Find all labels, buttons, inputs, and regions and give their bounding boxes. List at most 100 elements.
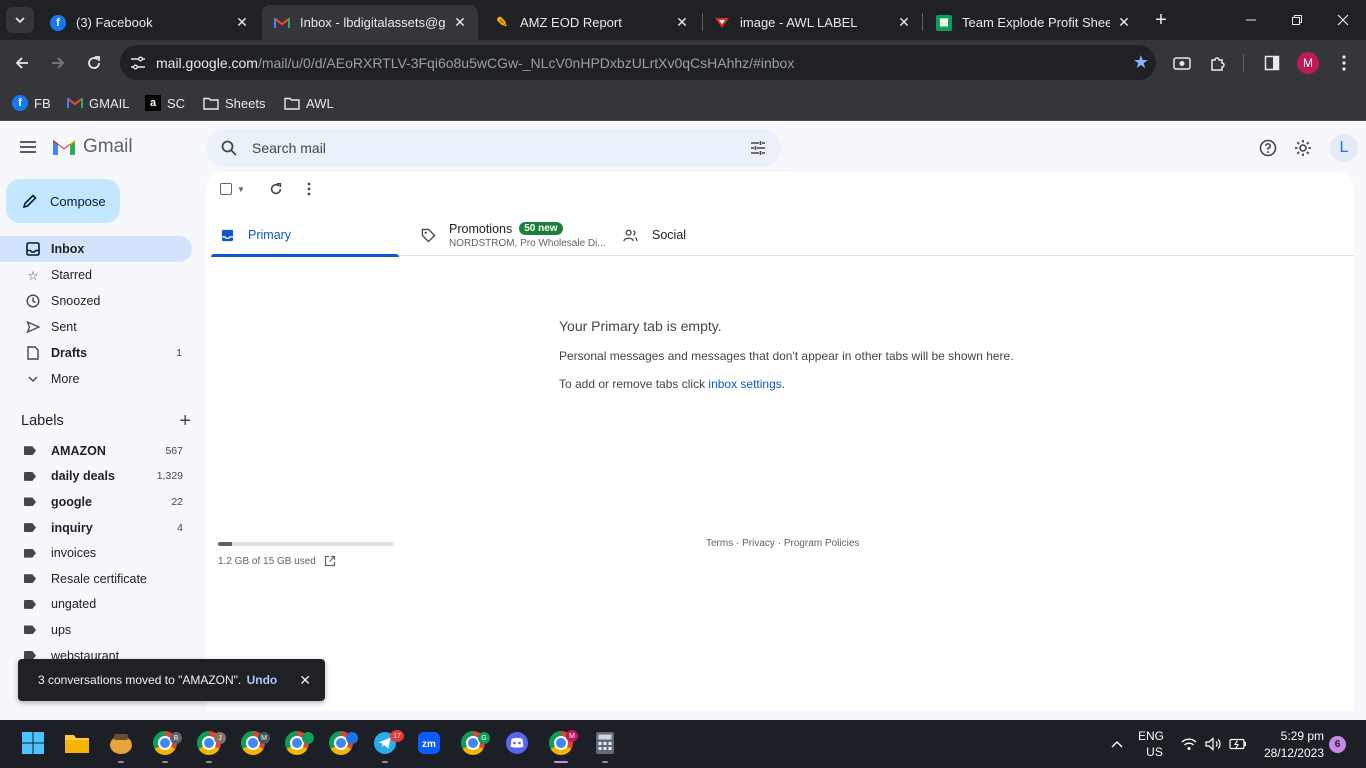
bookmark-fb[interactable]: f FB [12,92,51,114]
reload-button[interactable] [81,50,107,76]
close-icon[interactable]: ✕ [452,14,468,31]
search-button[interactable] [206,140,252,156]
settings-button[interactable] [1291,136,1315,160]
bookmark-sheets[interactable]: Sheets [203,92,265,114]
chevron-down-icon [24,375,42,383]
cast-button[interactable] [1169,50,1195,76]
forward-button[interactable] [45,50,71,76]
close-icon[interactable]: ✕ [896,14,912,31]
sidebar-item-starred[interactable]: ☆ Starred [0,262,192,288]
privacy-link[interactable]: Privacy [742,538,775,549]
sidebar-label-ups[interactable]: ups [0,617,205,643]
sidebar-label-invoices[interactable]: invoices [0,540,205,566]
battery-button[interactable] [1229,720,1247,768]
more-actions-button[interactable] [307,182,311,196]
star-icon: ☆ [27,268,39,283]
taskbar-chrome-profile-2[interactable]: J [196,730,226,763]
labels-list: AMAZON 567 daily deals 1,329 google 22 i… [0,438,205,668]
sidebar-item-sent[interactable]: Sent [0,314,192,340]
compose-button[interactable]: Compose [6,179,120,223]
start-button[interactable] [20,730,46,756]
tab-promotions[interactable]: Promotions 50 new NORDSTROM, Pro Wholesa… [421,214,621,256]
draft-icon [24,346,42,360]
taskbar-chrome-profile-1[interactable]: B [152,730,182,763]
extensions-button[interactable] [1205,50,1231,76]
program-policies-link[interactable]: Program Policies [784,538,860,549]
search-options-button[interactable] [735,140,781,156]
tab-primary[interactable]: Primary [211,214,399,257]
support-button[interactable] [1256,136,1280,160]
select-all-checkbox[interactable]: ▼ [220,183,245,195]
search-input[interactable] [252,140,735,156]
close-icon[interactable]: ✕ [674,14,690,31]
back-button[interactable] [9,50,35,76]
chrome-menu-button[interactable] [1331,50,1357,76]
hint-text: To add or remove tabs click [559,377,709,391]
clock[interactable]: 5:29 pm 28/12/2023 [1256,728,1324,762]
side-panel-button[interactable] [1259,50,1285,76]
google-account-avatar[interactable]: L [1330,134,1358,162]
gmail-logo[interactable]: Gmail [51,136,133,158]
profile-avatar[interactable]: M [1297,52,1319,74]
taskbar-chrome-profile-6[interactable]: G [460,730,490,756]
bookmark-sc[interactable]: a SC [145,92,185,114]
volume-button[interactable] [1205,720,1223,768]
sidebar-label-google[interactable]: google 22 [0,489,205,515]
sidebar-item-more[interactable]: More [0,366,192,392]
taskbar-telegram[interactable]: 17 [372,730,404,763]
taskbar-chrome-profile-3[interactable]: M [240,730,270,756]
puzzle-icon [1211,57,1225,71]
language-indicator[interactable]: ENG US [1138,720,1164,768]
close-icon[interactable]: ✕ [1116,14,1132,31]
show-hidden-icons-button[interactable] [1110,720,1124,768]
taskbar-file-explorer[interactable] [64,730,90,756]
taskbar-zoom[interactable]: zm [416,730,442,756]
inbox-settings-link[interactable]: inbox settings [708,377,781,391]
bookmark-awl[interactable]: AWL [284,92,334,114]
create-label-button[interactable]: + [179,411,191,431]
notification-badge[interactable]: 6 [1329,736,1346,753]
close-icon[interactable]: ✕ [299,672,311,689]
sidebar-label-amazon[interactable]: AMAZON 567 [0,438,205,464]
tab-search-button[interactable] [6,7,34,33]
network-button[interactable] [1181,720,1197,768]
terms-link[interactable]: Terms [706,538,733,549]
browser-tab-inbox[interactable]: Inbox - lbdigitalassets@gmail.com ✕ [262,5,478,40]
taskbar-calculator[interactable] [592,730,618,763]
label-name: ups [51,622,72,637]
sidebar-label-inquiry[interactable]: inquiry 4 [0,515,205,541]
open-in-new-icon[interactable] [324,555,336,567]
sidebar-label-resale-certificate[interactable]: Resale certificate [0,566,205,592]
restore-button[interactable] [1285,8,1309,32]
taskbar-chrome-profile-4[interactable] [284,730,314,756]
account-initial: L [1339,139,1349,156]
taskbar-discord[interactable] [504,730,530,756]
sidebar-item-drafts[interactable]: Drafts 1 [0,340,192,366]
sidebar-label-daily-deals[interactable]: daily deals 1,329 [0,464,205,490]
browser-tab-amz-eod[interactable]: ✎ AMZ EOD Report ✕ [482,5,700,40]
refresh-button[interactable] [269,182,283,196]
bookmark-label: AWL [306,95,334,111]
sidebar-item-inbox[interactable]: Inbox [0,236,192,262]
bookmark-star-icon[interactable]: ★ [1126,52,1156,73]
close-window-button[interactable] [1331,8,1355,32]
bookmark-gmail[interactable]: GMAIL [67,92,129,114]
address-bar[interactable]: mail.google.com/mail/u/0/d/AEoRXRTLV-3Fq… [120,45,1156,80]
taskbar-app[interactable] [108,730,134,763]
sidebar-label-ungated[interactable]: ungated [0,592,205,618]
tab-social[interactable]: Social [623,214,823,256]
new-tab-button[interactable]: + [1150,9,1172,31]
arrow-right-icon [52,57,65,69]
taskbar-chrome-active[interactable]: M [548,730,578,763]
taskbar-chrome-profile-5[interactable] [328,730,358,756]
main-menu-button[interactable] [18,137,40,159]
mail-list-panel: ▼ Primary Promotions 50 new NORDSTROM, P… [206,172,1354,710]
close-icon[interactable]: ✕ [234,14,250,31]
minimize-button[interactable] [1239,8,1263,32]
browser-tab-awl-label[interactable]: image - AWL LABEL ✕ [702,5,922,40]
sidebar-item-snoozed[interactable]: Snoozed [0,288,192,314]
site-info-icon[interactable] [120,56,156,70]
browser-tab-facebook[interactable]: f (3) Facebook ✕ [38,5,260,40]
undo-button[interactable]: Undo [247,673,278,687]
browser-tab-profit-sheet[interactable]: ▦ Team Explode Profit Sheet D ✕ [924,5,1142,40]
